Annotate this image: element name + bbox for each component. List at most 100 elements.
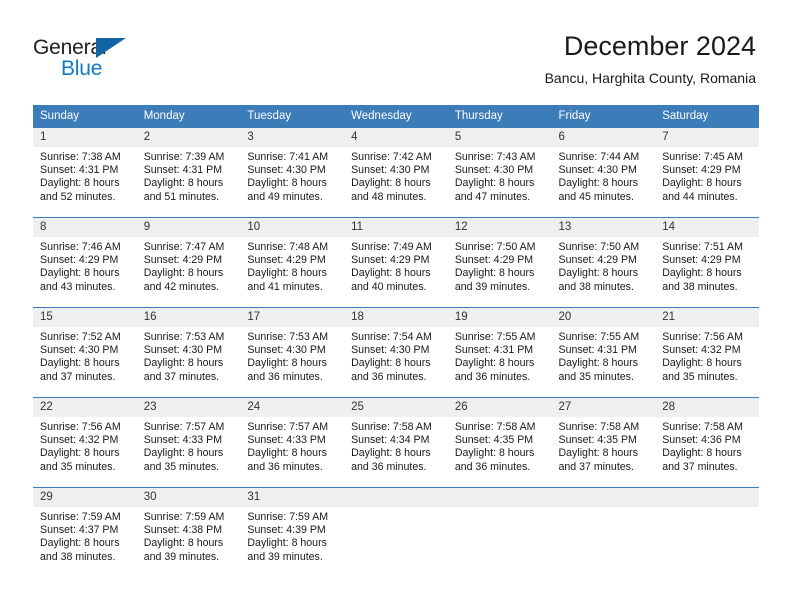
sunrise-text: Sunrise: 7:47 AM [143,241,225,253]
day-cell[interactable]: 13 Sunrise: 7:50 AM Sunset: 4:29 PM Dayl… [551,217,656,308]
daylight-text-line1: Daylight: 8 hours [351,447,431,460]
day-cell-empty [447,487,552,578]
daylight-text-line2: and 35 minutes. [558,370,634,383]
day-number: 4 [344,128,448,147]
sunrise-text: Sunrise: 7:55 AM [558,331,640,343]
day-number: 26 [447,398,552,417]
day-number: 3 [240,128,345,147]
day-cell[interactable]: 31 Sunrise: 7:59 AM Sunset: 4:39 PM Dayl… [240,487,345,578]
day-number: 10 [240,218,345,237]
calendar-page: General Blue December 2024 Bancu, Harghi… [0,0,792,612]
sunset-text: Sunset: 4:29 PM [247,254,326,267]
day-number: 8 [33,218,137,237]
day-cell[interactable]: 11 Sunrise: 7:49 AM Sunset: 4:29 PM Dayl… [344,217,448,308]
day-cell[interactable]: 30 Sunrise: 7:59 AM Sunset: 4:38 PM Dayl… [136,487,241,578]
daylight-text-line2: and 39 minutes. [247,550,323,563]
day-details: Sunrise: 7:43 AM Sunset: 4:30 PM Dayligh… [448,147,552,204]
day-number: 30 [136,488,241,507]
general-blue-logo: General Blue [33,36,163,84]
daylight-text-line2: and 39 minutes. [454,280,531,293]
weekday-header-thursday: Thursday [447,105,552,128]
day-cell[interactable]: 16 Sunrise: 7:53 AM Sunset: 4:30 PM Dayl… [136,307,241,398]
daylight-text-line1: Daylight: 8 hours [143,267,224,280]
day-number [551,488,656,507]
day-cell[interactable]: 28 Sunrise: 7:58 AM Sunset: 4:36 PM Dayl… [655,397,759,488]
sunrise-text: Sunrise: 7:58 AM [454,421,536,433]
day-cell[interactable]: 20 Sunrise: 7:55 AM Sunset: 4:31 PM Dayl… [551,307,656,398]
day-cell[interactable]: 25 Sunrise: 7:58 AM Sunset: 4:34 PM Dayl… [344,397,448,488]
day-cell[interactable]: 17 Sunrise: 7:53 AM Sunset: 4:30 PM Dayl… [240,307,345,398]
day-details: Sunrise: 7:51 AM Sunset: 4:29 PM Dayligh… [655,237,759,294]
weekday-header-saturday: Saturday [655,105,759,128]
day-cell[interactable]: 21 Sunrise: 7:56 AM Sunset: 4:32 PM Dayl… [655,307,759,398]
day-number: 2 [136,128,241,147]
day-cell[interactable]: 27 Sunrise: 7:58 AM Sunset: 4:35 PM Dayl… [551,397,656,488]
day-cell[interactable]: 5 Sunrise: 7:43 AM Sunset: 4:30 PM Dayli… [447,127,552,218]
sunset-text: Sunset: 4:30 PM [454,164,534,177]
sunrise-text: Sunrise: 7:59 AM [40,511,121,523]
day-cell[interactable]: 18 Sunrise: 7:54 AM Sunset: 4:30 PM Dayl… [344,307,448,398]
sunset-text: Sunset: 4:30 PM [247,164,326,177]
daylight-text-line2: and 35 minutes. [662,370,738,383]
day-number: 25 [344,398,448,417]
day-cell[interactable]: 8 Sunrise: 7:46 AM Sunset: 4:29 PM Dayli… [33,217,137,308]
day-cell[interactable]: 1 Sunrise: 7:38 AM Sunset: 4:31 PM Dayli… [33,127,137,218]
day-number: 31 [240,488,345,507]
daylight-text-line2: and 43 minutes. [40,280,116,293]
day-number: 21 [655,308,759,327]
daylight-text-line1: Daylight: 8 hours [143,447,224,460]
day-cell[interactable]: 6 Sunrise: 7:44 AM Sunset: 4:30 PM Dayli… [551,127,656,218]
daylight-text-line2: and 37 minutes. [662,460,738,473]
day-cell[interactable]: 9 Sunrise: 7:47 AM Sunset: 4:29 PM Dayli… [136,217,241,308]
sunrise-text: Sunrise: 7:49 AM [351,241,432,253]
day-details: Sunrise: 7:48 AM Sunset: 4:29 PM Dayligh… [240,237,344,294]
day-cell[interactable]: 3 Sunrise: 7:41 AM Sunset: 4:30 PM Dayli… [240,127,345,218]
sunset-text: Sunset: 4:29 PM [351,254,430,267]
daylight-text-line2: and 36 minutes. [351,370,427,383]
sunrise-text: Sunrise: 7:38 AM [40,151,121,163]
sunrise-text: Sunrise: 7:48 AM [247,241,329,253]
daylight-text-line2: and 51 minutes. [143,190,220,203]
sunrise-text: Sunrise: 7:50 AM [558,241,640,253]
sunset-text: Sunset: 4:30 PM [351,164,430,177]
day-details: Sunrise: 7:53 AM Sunset: 4:30 PM Dayligh… [137,327,241,384]
daylight-text-line1: Daylight: 8 hours [454,177,535,190]
day-cell[interactable]: 15 Sunrise: 7:52 AM Sunset: 4:30 PM Dayl… [33,307,137,398]
sunrise-text: Sunrise: 7:58 AM [351,421,432,433]
day-details: Sunrise: 7:56 AM Sunset: 4:32 PM Dayligh… [33,417,137,474]
day-details: Sunrise: 7:59 AM Sunset: 4:39 PM Dayligh… [240,507,344,564]
daylight-text-line1: Daylight: 8 hours [662,447,742,460]
day-number [655,488,759,507]
day-cell[interactable]: 23 Sunrise: 7:57 AM Sunset: 4:33 PM Dayl… [136,397,241,488]
daylight-text-line2: and 48 minutes. [351,190,427,203]
day-cell[interactable]: 24 Sunrise: 7:57 AM Sunset: 4:33 PM Dayl… [240,397,345,488]
day-cell[interactable]: 4 Sunrise: 7:42 AM Sunset: 4:30 PM Dayli… [344,127,448,218]
day-cell[interactable]: 7 Sunrise: 7:45 AM Sunset: 4:29 PM Dayli… [655,127,759,218]
title-block: December 2024 Bancu, Harghita County, Ro… [545,30,756,87]
sunset-text: Sunset: 4:29 PM [558,254,637,267]
daylight-text-line1: Daylight: 8 hours [247,447,327,460]
day-cell[interactable]: 29 Sunrise: 7:59 AM Sunset: 4:37 PM Dayl… [33,487,137,578]
day-cell[interactable]: 10 Sunrise: 7:48 AM Sunset: 4:29 PM Dayl… [240,217,345,308]
sunrise-text: Sunrise: 7:57 AM [143,421,225,433]
daylight-text-line1: Daylight: 8 hours [351,177,431,190]
daylight-text-line2: and 37 minutes. [40,370,116,383]
day-cell[interactable]: 2 Sunrise: 7:39 AM Sunset: 4:31 PM Dayli… [136,127,241,218]
day-cell[interactable]: 12 Sunrise: 7:50 AM Sunset: 4:29 PM Dayl… [447,217,552,308]
weekday-header-wednesday: Wednesday [344,105,448,128]
day-cell[interactable]: 22 Sunrise: 7:56 AM Sunset: 4:32 PM Dayl… [33,397,137,488]
day-number: 7 [655,128,759,147]
day-cell[interactable]: 19 Sunrise: 7:55 AM Sunset: 4:31 PM Dayl… [447,307,552,398]
daylight-text-line1: Daylight: 8 hours [558,357,639,370]
sunset-text: Sunset: 4:34 PM [351,434,430,447]
day-cell[interactable]: 26 Sunrise: 7:58 AM Sunset: 4:35 PM Dayl… [447,397,552,488]
sunrise-text: Sunrise: 7:39 AM [143,151,225,163]
daylight-text-line1: Daylight: 8 hours [40,267,120,280]
daylight-text-line1: Daylight: 8 hours [143,357,224,370]
day-number: 23 [136,398,241,417]
day-number [344,488,448,507]
daylight-text-line1: Daylight: 8 hours [247,267,327,280]
sunset-text: Sunset: 4:33 PM [143,434,223,447]
day-cell[interactable]: 14 Sunrise: 7:51 AM Sunset: 4:29 PM Dayl… [655,217,759,308]
sunrise-text: Sunrise: 7:45 AM [662,151,743,163]
